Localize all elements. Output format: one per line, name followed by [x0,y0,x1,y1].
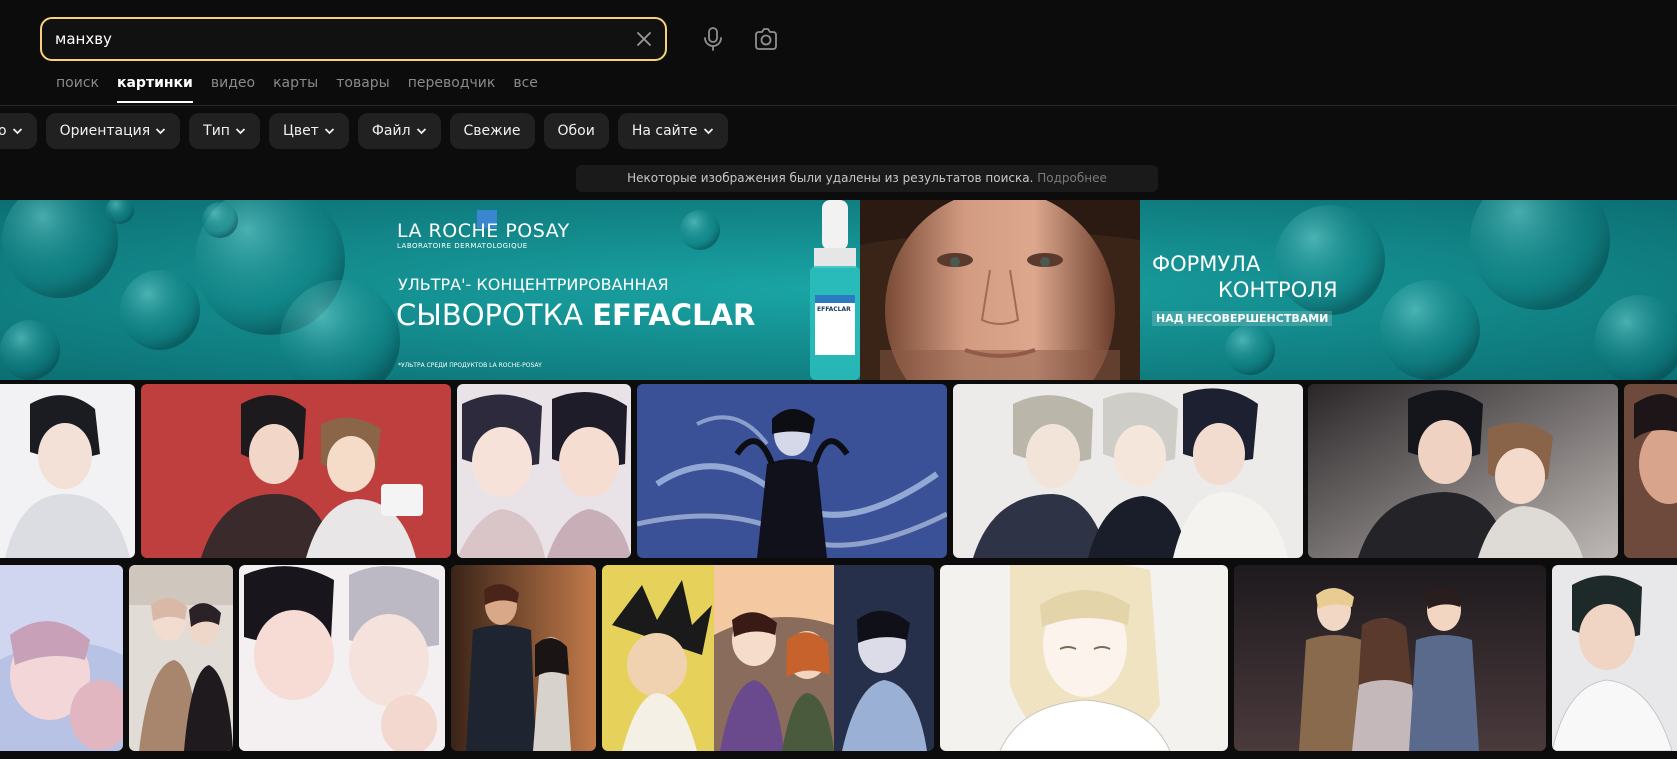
manhwa-thumbnail [1308,384,1618,558]
ad-footnote: *УЛЬТРА СРЕДИ ПРОДУКТОВ LA ROCHE-POSAY [398,362,542,369]
manhwa-thumbnail [239,565,445,751]
search-tabs: поиск картинки видео карты товары перево… [56,73,538,103]
manhwa-thumbnail [0,384,135,558]
tab-images[interactable]: картинки [116,73,193,103]
ad-headline-line2: СЫВОРОТКА EFFACLAR [396,298,755,332]
ad-brand-subtitle: LABORATOIRE DERMATOLOGIQUE [397,242,528,250]
image-result[interactable] [239,565,445,751]
manhwa-thumbnail [0,565,123,751]
image-result[interactable] [953,384,1303,558]
image-result[interactable] [940,565,1228,751]
microphone-icon[interactable] [701,26,725,52]
camera-search-icon[interactable] [753,27,779,51]
manhwa-thumbnail [457,384,631,558]
image-result[interactable] [637,384,947,558]
image-result[interactable] [1552,565,1677,751]
tab-all[interactable]: все [513,73,538,103]
filter-orientation-chip[interactable]: Ориентация [45,113,181,149]
image-result[interactable] [451,565,596,751]
ad-banner-background [0,200,1677,380]
ad-brand-logo: LA ROCHE POSAY [397,220,570,242]
chevron-down-icon [156,128,166,135]
filter-label: Свежие [463,123,521,139]
manhwa-thumbnail [141,384,451,558]
ad-banner[interactable]: LA ROCHE POSAY LABORATOIRE DERMATOLOGIQU… [0,200,1677,380]
chevron-down-icon [703,128,713,135]
image-result[interactable] [0,565,123,751]
ad-formula-line3: НАД НЕСОВЕРШЕНСТВАМИ [1152,311,1333,326]
image-result[interactable] [457,384,631,558]
manhwa-thumbnail [953,384,1303,558]
filter-label: Ориентация [59,123,151,139]
tab-products[interactable]: товары [336,73,390,103]
filter-wallpapers-chip[interactable]: Обои [543,113,609,149]
manhwa-thumbnail [602,565,934,751]
image-result[interactable] [602,565,934,751]
tab-search[interactable]: поиск [56,73,99,103]
ad-bottle-label: EFFACLAR [817,306,851,313]
filter-label: Тип [203,123,230,139]
manhwa-thumbnail [129,565,233,751]
header-divider [0,105,1677,106]
manhwa-thumbnail [1234,565,1546,751]
filter-fresh-chip[interactable]: Свежие [449,113,535,149]
filter-label: о [0,123,7,139]
image-search-page: поиск картинки видео карты товары перево… [0,0,1677,759]
filter-on-site-chip[interactable]: На сайте [617,113,728,149]
clear-icon[interactable] [635,30,653,48]
tab-maps[interactable]: карты [273,73,318,103]
image-result[interactable] [141,384,451,558]
filter-bar: о Ориентация Тип Цвет Файл Свежие Обои Н… [0,113,728,149]
manhwa-thumbnail [1552,565,1677,751]
image-result[interactable] [0,384,135,558]
filter-label: Цвет [282,123,319,139]
ad-headline-serum: СЫВОРОТКА [396,298,584,332]
image-result[interactable] [1308,384,1618,558]
search-box[interactable] [40,17,667,61]
chevron-down-icon [324,128,334,135]
image-result[interactable] [1624,384,1677,558]
tab-video[interactable]: видео [211,73,255,103]
image-result[interactable] [1234,565,1546,751]
filter-label: Файл [371,123,411,139]
ad-formula-line1: ФОРМУЛА [1152,252,1261,276]
filter-label: Обои [557,123,595,139]
image-result[interactable] [129,565,233,751]
tab-translator[interactable]: переводчик [408,73,496,103]
ad-headline-line1: УЛЬТРА'- КОНЦЕНТРИРОВАННАЯ [398,275,669,294]
filter-color-chip[interactable]: Цвет [268,113,349,149]
ad-formula-line2: КОНТРОЛЯ [1218,278,1338,302]
filter-file-chip[interactable]: Файл [357,113,441,149]
manhwa-thumbnail [637,384,947,558]
search-input[interactable] [55,19,625,59]
chevron-down-icon [235,128,246,135]
removed-results-notice: Некоторые изображения были удалены из ре… [576,165,1158,192]
notice-more-link[interactable]: Подробнее [1037,171,1107,185]
manhwa-thumbnail [1624,384,1677,558]
filter-size-chip[interactable]: о [0,113,37,149]
ad-headline-product: EFFACLAR [592,298,756,332]
filter-type-chip[interactable]: Тип [189,113,260,149]
manhwa-thumbnail [940,565,1228,751]
notice-text: Некоторые изображения были удалены из ре… [627,171,1034,185]
filter-label: На сайте [631,123,698,139]
chevron-down-icon [12,128,22,135]
manhwa-thumbnail [451,565,596,751]
chevron-down-icon [416,128,426,135]
